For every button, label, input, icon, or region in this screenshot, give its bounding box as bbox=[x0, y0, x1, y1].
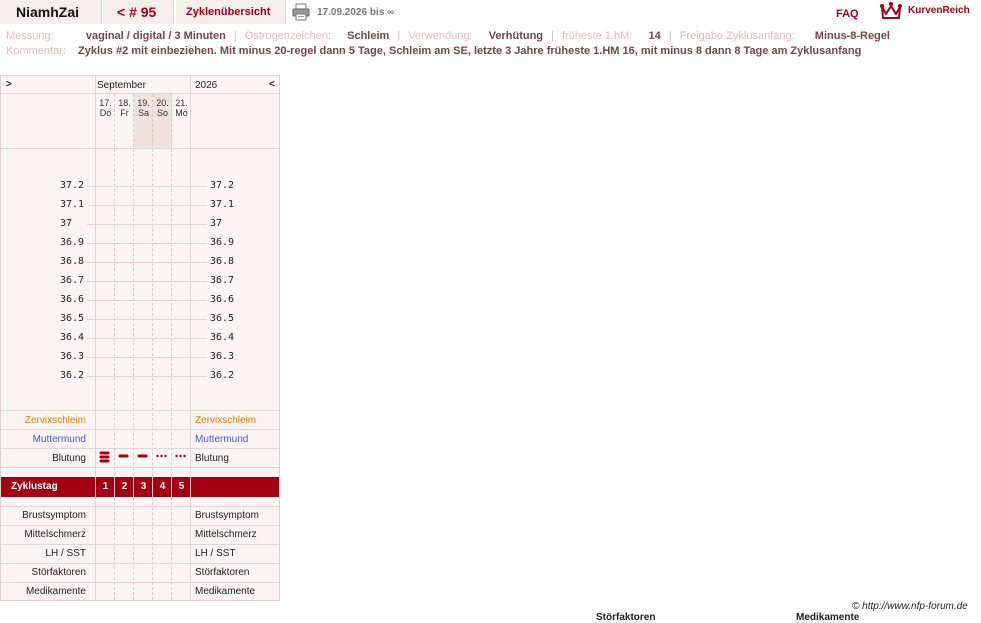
temp-tick-left: 36.2 bbox=[60, 370, 85, 381]
zyklustag-2: 2 bbox=[121, 481, 128, 492]
brust-label-left: Brustsymptom bbox=[22, 510, 86, 521]
lh-label-left: LH / SST bbox=[45, 548, 86, 559]
day-header-3: 19. Sa bbox=[137, 98, 150, 118]
temp-tick-left: 36.7 bbox=[60, 275, 85, 286]
bleeding-marker-medium[interactable] bbox=[118, 454, 129, 458]
blutung-label-right: Blutung bbox=[195, 453, 229, 464]
temp-tick-right: 36.2 bbox=[210, 370, 235, 381]
faq-link[interactable]: FAQ bbox=[836, 8, 859, 20]
oestrogen-label: Östrogenzeichen: bbox=[244, 30, 331, 42]
stoer-label-left: Störfaktoren bbox=[31, 567, 86, 578]
cycle-overview-button[interactable]: Zyklenübersicht bbox=[176, 0, 286, 24]
temp-tick-right: 37 bbox=[210, 218, 223, 229]
month-label: September bbox=[97, 80, 146, 91]
year-label: 2026 bbox=[195, 80, 218, 91]
date-range: 17.09.2026 bis ∞ bbox=[317, 7, 395, 18]
prev-cycle-arrow[interactable]: > bbox=[6, 79, 12, 90]
temp-tick-right: 36.4 bbox=[210, 332, 235, 343]
blutung-label-left: Blutung bbox=[52, 453, 86, 464]
bleeding-markers bbox=[99, 451, 186, 463]
next-cycle-arrow[interactable]: < bbox=[269, 79, 275, 90]
zervix-label-right: Zervixschleim bbox=[195, 415, 257, 426]
temp-tick-right: 37.1 bbox=[210, 199, 235, 210]
temp-tick-left: 37.2 bbox=[60, 180, 85, 191]
fruehest-value: 14 bbox=[648, 30, 661, 42]
messung-value: vaginal / digital / 3 Minuten bbox=[85, 30, 226, 42]
zyklustag-row: Zyklustag 1 2 3 4 5 bbox=[1, 477, 279, 497]
cycle-nav-label[interactable]: < # 95 bbox=[117, 4, 156, 20]
username-box[interactable]: NiamhZai bbox=[0, 0, 102, 24]
temp-tick-right: 36.3 bbox=[210, 351, 235, 362]
day-header-2: 18. Fr bbox=[118, 98, 131, 118]
stoer-label-right: Störfaktoren bbox=[195, 567, 250, 578]
zyklustag-label: Zyklustag bbox=[11, 481, 58, 492]
mittelschmerz-label-left: Mittelschmerz bbox=[24, 529, 86, 540]
freigabe-value: Minus-8-Regel bbox=[814, 30, 890, 42]
temp-tick-right: 36.6 bbox=[210, 294, 235, 305]
day-header-4: 20. So bbox=[156, 98, 169, 118]
oestrogen-value: Schleim bbox=[347, 30, 390, 42]
temp-tick-left: 37.1 bbox=[60, 199, 85, 210]
bleeding-marker-light[interactable] bbox=[156, 454, 167, 458]
temp-tick-left: 37 bbox=[60, 218, 73, 229]
temp-tick-left: 36.6 bbox=[60, 294, 85, 305]
zyklustag-3: 3 bbox=[140, 481, 147, 492]
verwendung-label: Verwendung: bbox=[408, 30, 473, 42]
brand-name[interactable]: KurvenReich bbox=[908, 5, 970, 16]
muttermund-label-left: Muttermund bbox=[32, 434, 86, 445]
kommentar-label: Kommentar: bbox=[6, 45, 66, 57]
cutoff-medi-label: Medikamente bbox=[796, 612, 860, 623]
temp-tick-right: 36.9 bbox=[210, 237, 235, 248]
temp-tick-left: 36.4 bbox=[60, 332, 85, 343]
bleeding-marker-medium[interactable] bbox=[137, 454, 148, 458]
bleeding-marker-light[interactable] bbox=[175, 454, 186, 458]
temp-tick-right: 36.8 bbox=[210, 256, 235, 267]
zyklustag-4: 4 bbox=[159, 481, 166, 492]
temp-tick-left: 36.5 bbox=[60, 313, 85, 324]
zervix-label-left: Zervixschleim bbox=[24, 415, 86, 426]
temp-tick-left: 36.9 bbox=[60, 237, 85, 248]
copyright[interactable]: © http://www.nfp-forum.de bbox=[852, 601, 968, 612]
temp-tick-right: 36.5 bbox=[210, 313, 235, 324]
medi-label-right: Medikamente bbox=[195, 586, 256, 597]
muttermund-label-right: Muttermund bbox=[195, 434, 249, 445]
day-header-5: 21. Mo bbox=[175, 98, 188, 118]
cycle-chart: > September 2026 < 17. Do 18. Fr 19. Sa 20.… bbox=[0, 75, 280, 601]
temp-tick-left: 36.8 bbox=[60, 256, 85, 267]
zyklustag-1: 1 bbox=[102, 481, 109, 492]
temp-tick-right: 36.7 bbox=[210, 275, 235, 286]
messung-label: Messung: bbox=[6, 30, 54, 42]
temp-tick-left: 36.3 bbox=[60, 351, 85, 362]
top-bar: NiamhZai < # 95 Zyklenübersicht 17.09.20… bbox=[0, 0, 981, 24]
crown-logo-icon[interactable] bbox=[879, 1, 903, 21]
medi-label-left: Medikamente bbox=[25, 586, 86, 597]
printer-icon[interactable] bbox=[292, 3, 310, 21]
username[interactable]: NiamhZai bbox=[16, 4, 79, 20]
freigabe-label: Freigabe Zyklusanfang: bbox=[679, 30, 795, 42]
measurement-info: Messung: vaginal / digital / 3 Minuten |… bbox=[6, 30, 890, 42]
verwendung-value: Verhütung bbox=[488, 30, 544, 42]
zyklustag-5: 5 bbox=[178, 481, 185, 492]
lh-label-right: LH / SST bbox=[195, 548, 236, 559]
day-header-1: 17. Do bbox=[99, 98, 112, 118]
fruehest-label: früheste 1.hM: bbox=[562, 30, 633, 42]
mittelschmerz-label-right: Mittelschmerz bbox=[195, 529, 257, 540]
temp-tick-right: 37.2 bbox=[210, 180, 235, 191]
bleeding-marker-heavy[interactable] bbox=[99, 451, 110, 463]
comment-info: Kommentar: Zyklus #2 mit einbeziehen. Mi… bbox=[6, 45, 861, 57]
cutoff-stoer-label: Störfaktoren bbox=[596, 612, 656, 623]
cycle-nav-button[interactable]: < # 95 bbox=[103, 0, 174, 24]
cycle-overview-label[interactable]: Zyklenübersicht bbox=[186, 6, 270, 18]
kommentar-value: Zyklus #2 mit einbeziehen. Mit minus 20-… bbox=[78, 45, 862, 57]
brust-label-right: Brustsymptom bbox=[195, 510, 259, 521]
